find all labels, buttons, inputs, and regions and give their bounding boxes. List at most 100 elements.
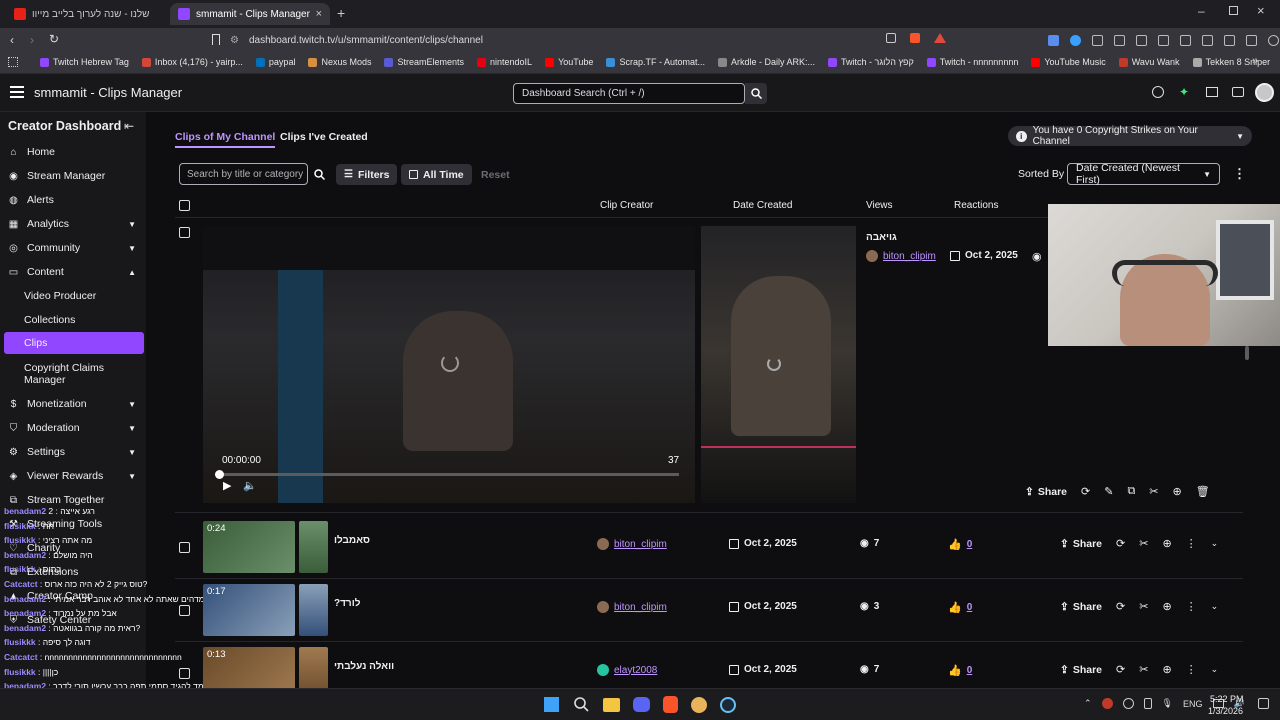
back-icon[interactable]: ‹ bbox=[10, 33, 14, 47]
sidebar-item-community[interactable]: ◎ Community ▼ bbox=[0, 236, 146, 260]
bookmark-icon[interactable] bbox=[212, 34, 220, 45]
windows-start-icon[interactable] bbox=[543, 696, 560, 713]
reload-icon[interactable]: ↻ bbox=[49, 32, 59, 46]
column-reactions[interactable]: Reactions bbox=[954, 200, 998, 211]
extension-icon[interactable] bbox=[1158, 34, 1169, 46]
close-window-icon[interactable]: × bbox=[1257, 3, 1265, 18]
microphone-icon[interactable]: 🎙 bbox=[1162, 698, 1173, 709]
sidebar-item-stream-manager[interactable]: ◉ Stream Manager bbox=[0, 164, 146, 188]
bookmark-item[interactable]: StreamElements bbox=[384, 57, 464, 67]
bookmark-item[interactable]: nintendoIL bbox=[477, 57, 532, 67]
video-progress-track[interactable] bbox=[219, 473, 679, 476]
extension-icon[interactable] bbox=[1114, 34, 1125, 46]
tray-expand-icon[interactable]: ⌃ bbox=[1084, 698, 1092, 709]
dashboard-search-input[interactable]: Dashboard Search (Ctrl + /) bbox=[513, 83, 745, 104]
repost-icon[interactable]: ⟳ bbox=[1081, 485, 1090, 498]
expand-chevron-icon[interactable]: ⌄ bbox=[1211, 664, 1219, 675]
sidebar-item-viewer-rewards[interactable]: ◈ Viewer Rewards ▼ bbox=[0, 464, 146, 488]
bookmark-item[interactable]: Inbox (4,176) - yairp... bbox=[141, 57, 243, 67]
column-date-created[interactable]: Date Created bbox=[733, 200, 792, 211]
whispers-icon[interactable] bbox=[1232, 87, 1244, 97]
sidebar-item-video-producer[interactable]: Video Producer bbox=[24, 290, 96, 302]
bookmark-item[interactable]: Nexus Mods bbox=[308, 57, 371, 67]
trim-scissors-icon[interactable]: ✂ bbox=[1149, 485, 1158, 498]
url-bar[interactable]: ⚙ dashboard.twitch.tv/u/smmamit/content/… bbox=[230, 31, 960, 49]
sidebar-item-home[interactable]: ⌂ Home bbox=[0, 140, 146, 164]
bookmark-item[interactable]: Wavu Wank bbox=[1118, 57, 1180, 67]
row-checkbox[interactable] bbox=[179, 227, 190, 238]
clip-search-input[interactable]: Search by title or category bbox=[179, 163, 308, 185]
bookmark-item[interactable]: paypal bbox=[255, 57, 295, 67]
video-progress-handle[interactable] bbox=[215, 470, 224, 479]
bookmark-item[interactable]: Twitch Hebrew Tag bbox=[40, 57, 129, 67]
clock-date[interactable]: 1/3/2026 bbox=[1208, 706, 1243, 716]
clock-time[interactable]: 5:22 PM bbox=[1210, 694, 1244, 704]
collapse-sidebar-icon[interactable]: ⇤ bbox=[124, 119, 134, 133]
clip-title[interactable]: וואלה נעלבתי bbox=[334, 661, 394, 672]
scrollbar-thumb[interactable] bbox=[1245, 346, 1249, 360]
clip-creator[interactable]: biton_clipim bbox=[597, 601, 667, 613]
add-icon[interactable]: ⊕ bbox=[1162, 663, 1171, 676]
creator-link[interactable]: biton_clipim bbox=[614, 602, 667, 613]
sidebar-toggle-icon[interactable] bbox=[1224, 34, 1235, 46]
extension-icon[interactable] bbox=[1202, 34, 1213, 46]
edit-pencil-icon[interactable]: ✎ bbox=[1104, 485, 1113, 498]
trim-scissors-icon[interactable]: ✂ bbox=[1139, 600, 1148, 613]
delete-trash-icon[interactable]: 🗑 bbox=[1196, 485, 1210, 498]
clip-vertical-thumbnail[interactable] bbox=[299, 584, 328, 636]
column-views[interactable]: Views bbox=[866, 200, 893, 211]
bookmark-item[interactable]: YouTube bbox=[545, 57, 593, 67]
share-page-icon[interactable] bbox=[886, 33, 896, 43]
bookmark-item[interactable]: Twitch - קפץ הלוגר bbox=[828, 57, 914, 67]
discord-icon[interactable] bbox=[633, 697, 650, 712]
language-indicator[interactable]: ENG bbox=[1183, 699, 1203, 709]
tab-clips-of-my-channel[interactable]: Clips of My Channel bbox=[175, 131, 276, 148]
more-options-icon[interactable]: ⋮ bbox=[1233, 166, 1246, 182]
more-options-icon[interactable]: ⋮ bbox=[1186, 600, 1197, 613]
share-button[interactable]: ⇪ Share bbox=[1060, 601, 1102, 613]
browser-tab-youtube[interactable]: מה הטוס שלנו - שנה לערוך בלייב מייוו bbox=[6, 3, 166, 25]
steam-icon[interactable] bbox=[720, 696, 736, 713]
search-icon[interactable] bbox=[573, 696, 590, 713]
brave-browser-icon[interactable] bbox=[663, 696, 678, 713]
expand-chevron-icon[interactable]: ⌄ bbox=[1211, 538, 1219, 549]
sidebar-item-moderation[interactable]: ⛉ Moderation ▼ bbox=[0, 416, 146, 440]
bookmark-item[interactable]: Twitch - nnnnnnnnn bbox=[926, 57, 1018, 67]
clip-reactions[interactable]: 👍 0 bbox=[948, 601, 972, 614]
extension-icon[interactable] bbox=[1092, 34, 1103, 46]
notifications-icon[interactable] bbox=[1258, 698, 1269, 709]
tray-usb-icon[interactable] bbox=[1143, 698, 1152, 709]
sidebar-item-clips[interactable]: Clips bbox=[24, 337, 47, 349]
tab-clips-ive-created[interactable]: Clips I've Created bbox=[280, 131, 368, 143]
brave-rewards-icon[interactable] bbox=[934, 33, 946, 43]
repost-icon[interactable]: ⟳ bbox=[1116, 600, 1125, 613]
extension-icon[interactable] bbox=[1180, 34, 1191, 46]
play-icon[interactable]: ▶ bbox=[223, 479, 231, 492]
apps-icon[interactable] bbox=[8, 57, 18, 67]
open-external-icon[interactable]: ⧉ bbox=[1127, 485, 1135, 498]
vpn-icon[interactable] bbox=[1268, 34, 1279, 46]
extension-icon[interactable] bbox=[1136, 34, 1147, 46]
inbox-icon[interactable] bbox=[1206, 87, 1218, 97]
reset-button[interactable]: Reset bbox=[473, 164, 518, 185]
clip-creator[interactable]: elayt2008 bbox=[597, 664, 657, 676]
sidebar-item-copyright-claims[interactable]: Copyright Claims bbox=[24, 362, 104, 374]
sidebar-item-alerts[interactable]: ◍ Alerts bbox=[0, 188, 146, 212]
add-icon[interactable]: ⊕ bbox=[1173, 485, 1182, 498]
more-options-icon[interactable]: ⋮ bbox=[1186, 663, 1197, 676]
add-icon[interactable]: ⊕ bbox=[1162, 600, 1171, 613]
reactions-count[interactable]: 0 bbox=[967, 665, 973, 676]
wallet-icon[interactable] bbox=[1246, 34, 1257, 46]
more-bookmarks-icon[interactable]: » bbox=[1252, 55, 1258, 67]
more-options-icon[interactable]: ⋮ bbox=[1186, 537, 1197, 550]
clip-creator[interactable]: biton_clipim bbox=[597, 538, 667, 550]
column-clip-creator[interactable]: Clip Creator bbox=[600, 200, 653, 211]
clip-title[interactable]: ?לורד bbox=[334, 598, 360, 609]
clip-vertical-thumbnail[interactable] bbox=[299, 521, 328, 573]
clip-reactions[interactable]: 👍 0 bbox=[948, 664, 972, 677]
sidebar-item-analytics[interactable]: ▦ Analytics ▼ bbox=[0, 212, 146, 236]
reactions-count[interactable]: 0 bbox=[967, 602, 973, 613]
activity-icon[interactable]: ✦ bbox=[1179, 86, 1191, 98]
app-icon[interactable] bbox=[691, 696, 707, 713]
sidebar-item-content[interactable]: ▭ Content ▲ bbox=[0, 260, 146, 284]
